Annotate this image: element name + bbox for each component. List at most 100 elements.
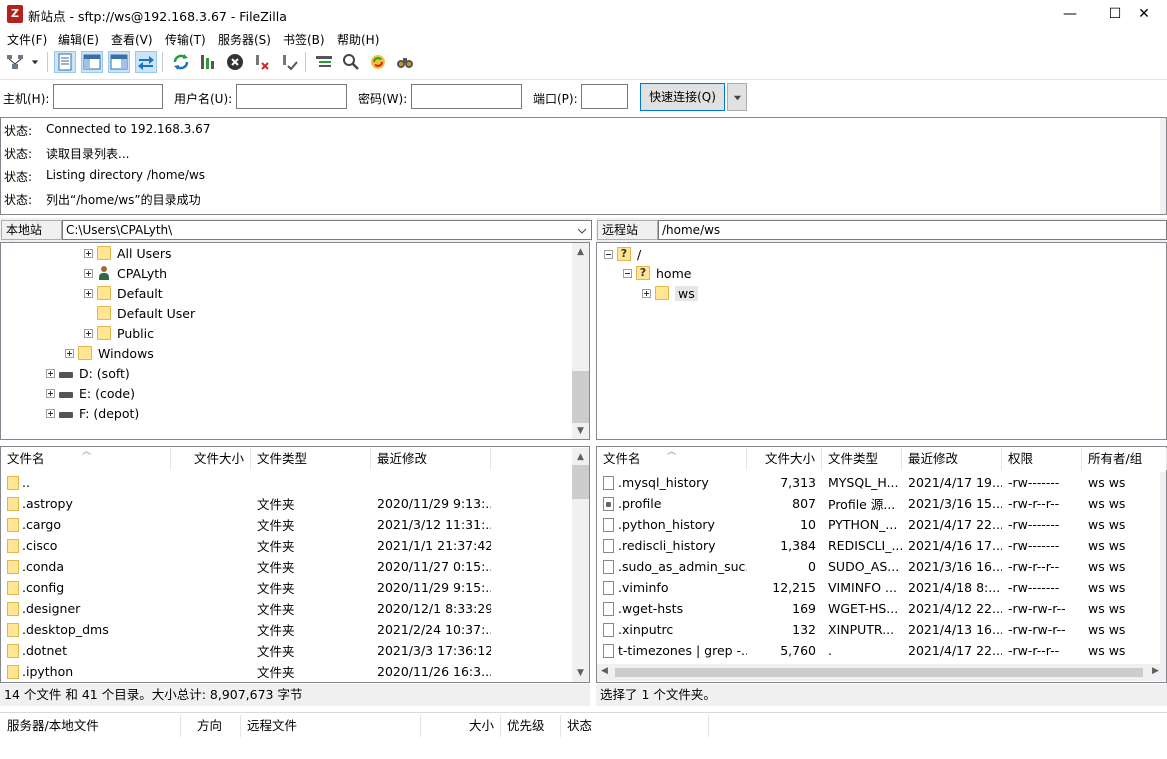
log-scrollbar[interactable] [1160, 118, 1166, 214]
table-row[interactable]: .cisco 文件夹 2021/1/1 21:37:42 [1, 535, 572, 556]
port-input[interactable] [581, 84, 628, 109]
scroll-up-icon[interactable]: ▲ [572, 448, 589, 465]
queue-column-size[interactable]: 大小 [421, 715, 501, 737]
toggle-message-log-button[interactable] [54, 51, 76, 73]
table-row[interactable]: .desktop_dms 文件夹 2021/2/24 10:37:... [1, 619, 572, 640]
queue-column-direction[interactable]: 方向 [181, 715, 241, 737]
menu-transfer[interactable]: 传输(T) [165, 31, 206, 48]
table-row[interactable]: t-timezones | grep -... 5,760. 2021/4/17 2… [597, 640, 1157, 661]
table-row[interactable]: .sudo_as_admin_suc... 0 SUDO_AS... 2021/3/1… [597, 556, 1157, 577]
column-header-modified[interactable]: 最近修改 [902, 448, 1002, 470]
toggle-remote-tree-button[interactable] [108, 51, 130, 73]
column-header-filesize[interactable]: 文件大小 [747, 448, 822, 470]
table-row[interactable]: .ipython 文件夹 2020/11/26 16:3... [1, 661, 572, 682]
column-header-filetype[interactable]: 文件类型 [251, 448, 371, 470]
collapse-icon[interactable] [623, 268, 632, 278]
close-button[interactable]: ✕ [1121, 0, 1167, 28]
remote-path-input[interactable]: /home/ws [658, 220, 1167, 240]
scroll-down-icon[interactable]: ▼ [572, 422, 589, 439]
local-tree-scrollbar[interactable]: ▲ [572, 243, 589, 439]
table-row[interactable]: .xinputrc 132 XINPUTR... 2021/4/13 16... -rw… [597, 619, 1157, 640]
scroll-right-icon[interactable]: ▶ [1152, 666, 1159, 676]
quickconnect-dropdown-button[interactable] [727, 83, 747, 111]
scroll-left-icon[interactable]: ◀ [601, 666, 608, 676]
disconnect-button[interactable] [251, 51, 273, 73]
table-row[interactable]: .rediscli_history 1,384 REDISCLI_... 2021/4… [597, 535, 1157, 556]
table-row[interactable]: .viminfo 12,215 VIMINFO ... 2021/4/18 8:...… [597, 577, 1157, 598]
expand-icon[interactable] [46, 368, 55, 378]
tree-item[interactable]: Default [84, 283, 163, 303]
expand-icon[interactable] [642, 288, 651, 298]
table-row[interactable]: .astropy 文件夹 2020/11/29 9:13:... [1, 493, 572, 514]
refresh-button[interactable] [170, 51, 192, 73]
queue-column-status[interactable]: 状态 [561, 715, 709, 737]
site-manager-dropdown[interactable] [28, 51, 42, 73]
local-path-dropdown[interactable] [576, 225, 588, 237]
host-input[interactable] [53, 84, 163, 109]
username-input[interactable] [236, 84, 347, 109]
tree-item[interactable]: ? / [604, 244, 641, 264]
site-manager-button[interactable] [4, 51, 26, 73]
toggle-local-tree-button[interactable] [81, 51, 103, 73]
directory-filter-button[interactable] [313, 51, 335, 73]
table-row[interactable]: .. [1, 472, 572, 493]
queue-column-priority[interactable]: 优先级 [501, 715, 561, 737]
toggle-transfer-queue-button[interactable] [135, 51, 157, 73]
column-header-modified[interactable]: 最近修改 [371, 448, 491, 470]
tree-item[interactable]: All Users [84, 243, 171, 263]
table-row[interactable]: .python_history 10 PYTHON_... 2021/4/17 22.… [597, 514, 1157, 535]
scroll-up-icon[interactable]: ▲ [572, 243, 589, 260]
expand-icon[interactable] [65, 348, 74, 358]
menu-edit[interactable]: 编辑(E) [58, 31, 99, 48]
minimize-button[interactable]: — [1047, 0, 1093, 28]
expand-icon[interactable] [46, 388, 55, 398]
scroll-thumb[interactable] [572, 371, 589, 423]
scroll-down-icon[interactable]: ▼ [572, 664, 589, 681]
table-row[interactable]: .cargo 文件夹 2021/3/12 11:31:... [1, 514, 572, 535]
menu-help[interactable]: 帮助(H) [337, 31, 379, 48]
expand-icon[interactable] [84, 288, 93, 298]
table-row[interactable]: .config 文件夹 2020/11/29 9:15:... [1, 577, 572, 598]
search-remote-files-button[interactable] [394, 51, 416, 73]
expand-icon[interactable] [46, 408, 55, 418]
menu-server[interactable]: 服务器(S) [218, 31, 271, 48]
tree-item[interactable]: CPALyth [84, 263, 167, 283]
table-row[interactable]: .wget-hsts 169 WGET-HS... 2021/4/12 22... -r… [597, 598, 1157, 619]
tree-item[interactable]: E: (code) [46, 383, 135, 403]
table-row[interactable]: .designer 文件夹 2020/12/1 8:33:29 [1, 598, 572, 619]
table-row[interactable]: .conda 文件夹 2020/11/27 0:15:... [1, 556, 572, 577]
tree-item[interactable]: F: (depot) [46, 403, 139, 423]
scroll-thumb[interactable] [572, 465, 589, 499]
expand-icon[interactable] [84, 328, 93, 338]
cancel-operation-button[interactable] [224, 51, 246, 73]
tree-item[interactable]: ? home [623, 263, 691, 283]
menu-view[interactable]: 查看(V) [111, 31, 153, 48]
table-row[interactable]: .dotnet 文件夹 2021/3/3 17:36:12 [1, 640, 572, 661]
local-list-scrollbar[interactable]: ▲ [572, 448, 589, 682]
menu-bookmarks[interactable]: 书签(B) [283, 31, 325, 48]
tree-item[interactable]: Default User [97, 303, 195, 323]
password-input[interactable] [411, 84, 522, 109]
menu-file[interactable]: 文件(F) [7, 31, 47, 48]
table-row[interactable]: .mysql_history 7,313 MYSQL_H... 2021/4/17 1… [597, 472, 1157, 493]
reconnect-button[interactable] [278, 51, 300, 73]
column-header-owner[interactable]: 所有者/组 [1082, 448, 1167, 470]
column-header-filesize[interactable]: 文件大小 [171, 448, 251, 470]
column-header-permissions[interactable]: 权限 [1002, 448, 1082, 470]
tree-item[interactable]: Public [84, 323, 154, 343]
expand-icon[interactable] [84, 268, 93, 278]
queue-column-remote-file[interactable]: 远程文件 [241, 715, 421, 737]
process-queue-button[interactable] [197, 51, 219, 73]
tree-item[interactable]: D: (soft) [46, 363, 130, 383]
local-path-input[interactable]: C:\Users\CPALyth\ [62, 220, 592, 240]
column-header-filetype[interactable]: 文件类型 [822, 448, 902, 470]
remote-list-hscrollbar[interactable]: ◀ ▶ [597, 664, 1166, 681]
directory-compare-button[interactable] [367, 51, 389, 73]
remote-list-scrollbar[interactable] [1160, 472, 1166, 664]
table-row[interactable]: .profile 807 Profile 源... 2021/3/16 15... -r… [597, 493, 1157, 514]
scroll-thumb[interactable] [615, 668, 1143, 677]
toggle-filename-filter-button[interactable] [340, 51, 362, 73]
quickconnect-button[interactable]: 快速连接(Q) [640, 83, 725, 111]
tree-item[interactable]: Windows [65, 343, 154, 363]
expand-icon[interactable] [84, 248, 93, 258]
